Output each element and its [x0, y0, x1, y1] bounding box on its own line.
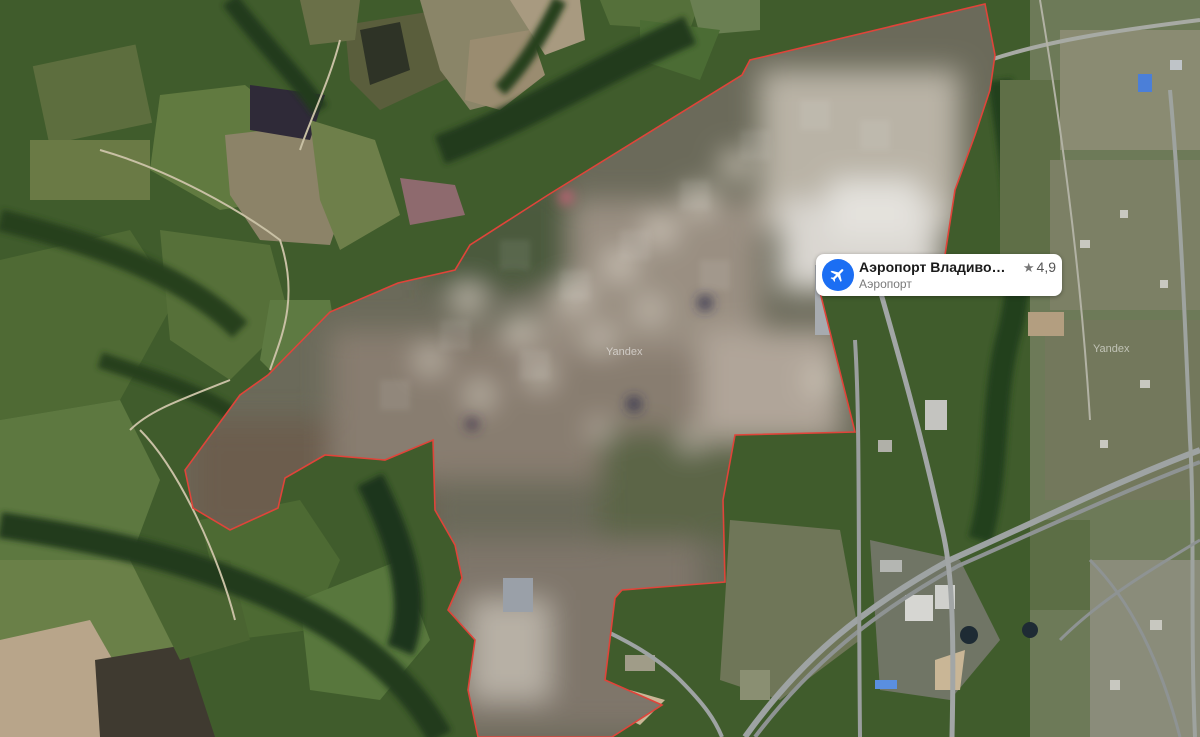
- yandex-watermark: Yandex: [606, 346, 643, 358]
- map-view[interactable]: Yandex Yandex Аэропорт Владиво… Аэропорт…: [0, 0, 1200, 737]
- poi-name: Аэропорт Владиво…: [859, 259, 1006, 275]
- star-icon: ★: [1022, 260, 1035, 275]
- rating-value: 4,9: [1036, 259, 1056, 275]
- poi-category: Аэропорт: [859, 277, 912, 291]
- satellite-map[interactable]: [0, 0, 1200, 737]
- poi-rating: ★ 4,9: [1023, 259, 1056, 276]
- airplane-icon: [822, 259, 854, 291]
- yandex-watermark: Yandex: [1093, 343, 1130, 355]
- airport-poi-card[interactable]: Аэропорт Владиво… Аэропорт ★ 4,9: [816, 254, 1062, 296]
